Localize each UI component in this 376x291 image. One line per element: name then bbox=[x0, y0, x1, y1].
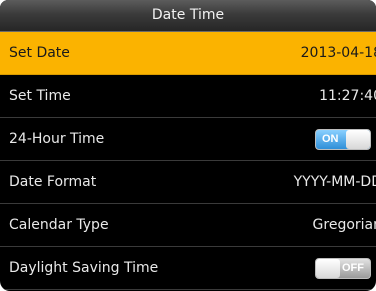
row-value: 2013-04-18 bbox=[300, 45, 376, 61]
row-label: Calendar Type bbox=[9, 217, 109, 233]
row-calendar-type[interactable]: Calendar Type Gregorian bbox=[0, 204, 376, 247]
settings-list: Set Date 2013-04-18 Set Time 11:27:40 24… bbox=[0, 32, 376, 290]
row-set-date[interactable]: Set Date 2013-04-18 bbox=[0, 32, 376, 75]
daylight-saving-toggle[interactable]: OFF bbox=[315, 258, 371, 279]
row-value: 11:27:40 bbox=[319, 88, 376, 104]
row-label: Set Time bbox=[9, 88, 71, 104]
toggle-knob bbox=[316, 259, 340, 278]
row-label: 24-Hour Time bbox=[9, 131, 105, 147]
device-screen: Date Time Set Date 2013-04-18 Set Time 1… bbox=[0, 0, 376, 291]
row-label: Date Format bbox=[9, 174, 97, 190]
screen-title: Date Time bbox=[0, 0, 376, 32]
24-hour-toggle[interactable]: ON bbox=[315, 129, 371, 150]
row-set-time[interactable]: Set Time 11:27:40 bbox=[0, 75, 376, 118]
row-value: Gregorian bbox=[312, 217, 376, 233]
row-label: Set Date bbox=[9, 45, 70, 61]
row-value: YYYY-MM-DD bbox=[293, 174, 376, 190]
row-daylight-saving-time[interactable]: Daylight Saving Time OFF bbox=[0, 247, 376, 290]
toggle-label: ON bbox=[322, 133, 339, 145]
toggle-knob bbox=[346, 130, 370, 149]
row-24-hour-time[interactable]: 24-Hour Time ON bbox=[0, 118, 376, 161]
toggle-label: OFF bbox=[342, 262, 364, 274]
row-label: Daylight Saving Time bbox=[9, 260, 159, 276]
row-date-format[interactable]: Date Format YYYY-MM-DD bbox=[0, 161, 376, 204]
